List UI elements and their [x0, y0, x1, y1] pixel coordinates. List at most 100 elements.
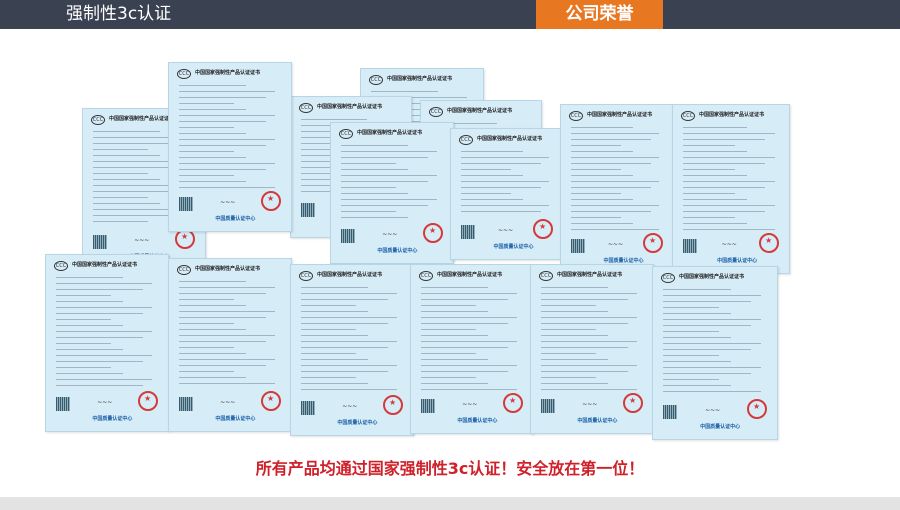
red-seal-icon [261, 391, 281, 411]
certificate-text-line [341, 193, 409, 194]
certificate-text-line [421, 287, 489, 288]
ccc-logo-icon: CCC [177, 69, 191, 79]
certificate-text-line [179, 97, 266, 98]
certificate-text-line [541, 353, 596, 354]
issuer-label: 中国质量认证中心 [215, 216, 256, 222]
ccc-logo-icon: CCC [91, 115, 105, 125]
qr-code-icon [421, 399, 435, 413]
certificate-text-line [93, 143, 180, 144]
certificate-image: CCC 中国国家强制性产品认证证书 ~~~ 中国质量认证中心 [168, 62, 292, 232]
red-seal-icon [175, 229, 195, 249]
slogan-text: 所有产品均通过国家强制性3c认证！安全放在第一位！ [255, 459, 645, 478]
certificate-text-line [541, 383, 609, 384]
ccc-logo-icon: CCC [177, 265, 191, 275]
certificate-text-line [461, 199, 523, 200]
certificate-text-line [179, 323, 234, 324]
certificate-title: 中国国家强制性产品认证证书 [557, 272, 623, 278]
signature-icon: ~~~ [462, 401, 478, 408]
ccc-logo-icon: CCC [681, 111, 695, 121]
certificate-text-line [541, 341, 638, 342]
issuer-label: 中国质量认证中心 [92, 416, 133, 422]
certificate-text-line [93, 215, 180, 216]
certificate-text-line [179, 181, 247, 182]
certificate-text-line [179, 91, 276, 92]
certificate-text-line [301, 287, 369, 288]
certificate-image: CCC 中国国家强制性产品认证证书 ~~~ 中国质量认证中心 [652, 266, 778, 440]
ccc-logo-icon: CCC [661, 273, 675, 283]
page-title: 强制性3c认证 [66, 4, 172, 24]
issuer-label: 中国质量认证中心 [493, 244, 534, 250]
certificate-text-line [301, 329, 356, 330]
certificate-text-line [571, 139, 651, 140]
certificate-text-line [663, 355, 719, 356]
certificate-text-line [421, 329, 476, 330]
certificate-image: CCC 中国国家强制性产品认证证书 ~~~ 中国质量认证中心 [45, 254, 169, 432]
certificate-text-line [571, 223, 633, 224]
red-seal-icon [423, 223, 443, 243]
ccc-logo-icon: CCC [459, 135, 473, 145]
certificate-text-line [421, 341, 518, 342]
certificate-text-line [56, 307, 153, 308]
certificate-text-line [461, 193, 512, 194]
qr-code-icon [683, 239, 697, 253]
certificate-text-line [93, 197, 148, 198]
certificate-text-line [56, 313, 143, 314]
certificate-text-line [341, 187, 396, 188]
issuer-label: 中国质量认证中心 [215, 416, 256, 422]
certificate-image: CCC 中国国家强制性产品认证证书 ~~~ 中国质量认证中心 [168, 258, 292, 432]
certificate-text-line [663, 391, 761, 392]
certificate-text-line [421, 359, 489, 360]
certificate-text-line [571, 187, 651, 188]
ccc-logo-icon: CCC [369, 75, 383, 85]
ccc-logo-icon: CCC [339, 129, 353, 139]
certificate-text-line [571, 175, 633, 176]
issuer-label: 中国质量认证中心 [577, 418, 618, 424]
issuer-label: 中国质量认证中心 [337, 420, 378, 426]
certificate-text-line [179, 299, 234, 300]
certificate-text-line [301, 353, 356, 354]
certificate-text-line [683, 187, 766, 188]
certificate-text-line [663, 367, 761, 368]
issuer-label: 中国质量认证中心 [717, 258, 758, 264]
red-seal-icon [623, 393, 643, 413]
certificate-text-line [179, 341, 266, 342]
certificate-text-line [93, 191, 180, 192]
certificate-image: CCC 中国国家强制性产品认证证书 ~~~ 中国质量认证中心 [330, 122, 454, 264]
certificate-text-line [421, 299, 508, 300]
certificate-text-line [663, 349, 752, 350]
issuer-label: 中国质量认证中心 [700, 424, 741, 430]
certificate-text-line [56, 343, 111, 344]
certificate-text-line [179, 163, 276, 164]
certificate-text-line [93, 203, 161, 204]
certificate-text-line [301, 293, 398, 294]
certificate-text-line [683, 127, 747, 128]
certificate-text-line [56, 277, 124, 278]
certificate-text-line [683, 145, 736, 146]
certificate-text-line [93, 155, 161, 156]
certificate-text-line [341, 145, 409, 146]
certificate-text-line [179, 121, 266, 122]
certificate-text-line [179, 139, 276, 140]
certificate-text-line [663, 361, 732, 362]
certificate-text-line [461, 181, 550, 182]
qr-code-icon [341, 229, 355, 243]
signature-icon: ~~~ [382, 231, 398, 238]
certificate-image: CCC 中国国家强制性产品认证证书 ~~~ 中国质量认证中心 [410, 264, 534, 434]
qr-code-icon [179, 197, 193, 211]
certificate-text-line [301, 119, 367, 120]
signature-icon: ~~~ [134, 237, 150, 244]
certificate-text-line [421, 383, 489, 384]
certificate-text-line [179, 169, 266, 170]
certificate-image: CCC 中国国家强制性产品认证证书 ~~~ 中国质量认证中心 [290, 264, 414, 436]
certificate-text-line [93, 221, 148, 222]
certificate-text-line [341, 217, 409, 218]
certificate-text-line [541, 287, 609, 288]
certificate-text-line [683, 163, 766, 164]
certificate-text-line [56, 367, 111, 368]
certificate-text-line [541, 293, 638, 294]
certificate-text-line [683, 151, 747, 152]
tab-company-honors[interactable]: 公司荣誉 [536, 0, 663, 29]
certificate-text-line [56, 379, 153, 380]
red-seal-icon [261, 191, 281, 211]
certificate-text-line [663, 301, 752, 302]
